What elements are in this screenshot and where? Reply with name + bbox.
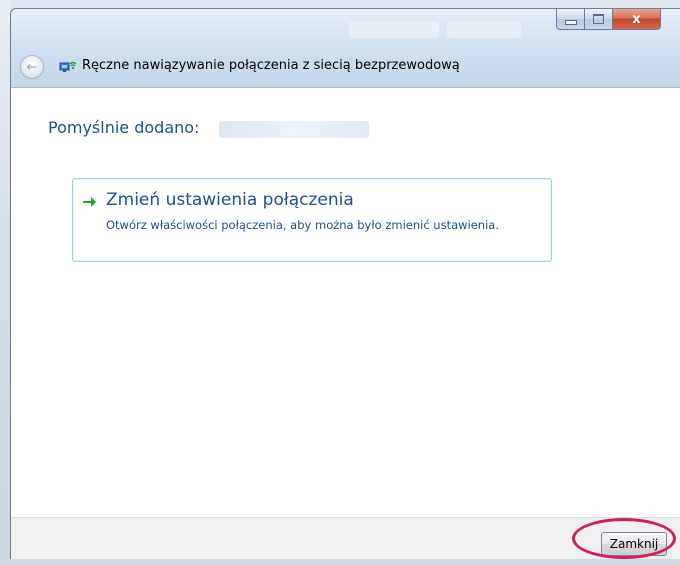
option-description: Otwórz właściwości połączenia, aby można… bbox=[106, 218, 499, 232]
close-button[interactable]: Zamknij bbox=[601, 532, 667, 556]
background-blur bbox=[447, 22, 521, 38]
back-button[interactable]: ← bbox=[20, 55, 44, 79]
window-title: Ręczne nawiązywanie połączenia z siecią … bbox=[82, 58, 460, 73]
change-connection-settings-link[interactable]: Zmień ustawienia połączenia Otwórz właśc… bbox=[72, 178, 552, 262]
minimize-icon bbox=[564, 19, 577, 25]
success-heading: Pomyślnie dodano: bbox=[48, 118, 200, 137]
close-window-button[interactable]: x bbox=[613, 9, 661, 30]
close-icon: x bbox=[632, 11, 641, 27]
back-arrow-icon: ← bbox=[26, 59, 38, 75]
content-area: Pomyślnie dodano: Zmień ustawienia połąc… bbox=[11, 87, 680, 518]
network-name-redacted bbox=[219, 121, 369, 138]
footer-bar: Zamknij bbox=[11, 517, 680, 564]
wizard-window: x ← Ręczne nawiązywanie połączenia z sie… bbox=[10, 8, 680, 565]
navigation-row: ← Ręczne nawiązywanie połączenia z sieci… bbox=[11, 49, 680, 85]
minimize-button[interactable] bbox=[556, 9, 585, 30]
maximize-icon bbox=[593, 14, 604, 24]
bottom-edge bbox=[0, 559, 680, 565]
green-arrow-icon bbox=[83, 197, 96, 207]
background-strip bbox=[0, 0, 10, 565]
caption-buttons: x bbox=[556, 9, 661, 31]
maximize-button[interactable] bbox=[585, 9, 613, 30]
wireless-network-icon bbox=[59, 61, 77, 72]
option-title: Zmień ustawienia połączenia bbox=[106, 190, 354, 210]
background-blur bbox=[349, 22, 439, 38]
title-bar: x ← Ręczne nawiązywanie połączenia z sie… bbox=[11, 9, 680, 87]
